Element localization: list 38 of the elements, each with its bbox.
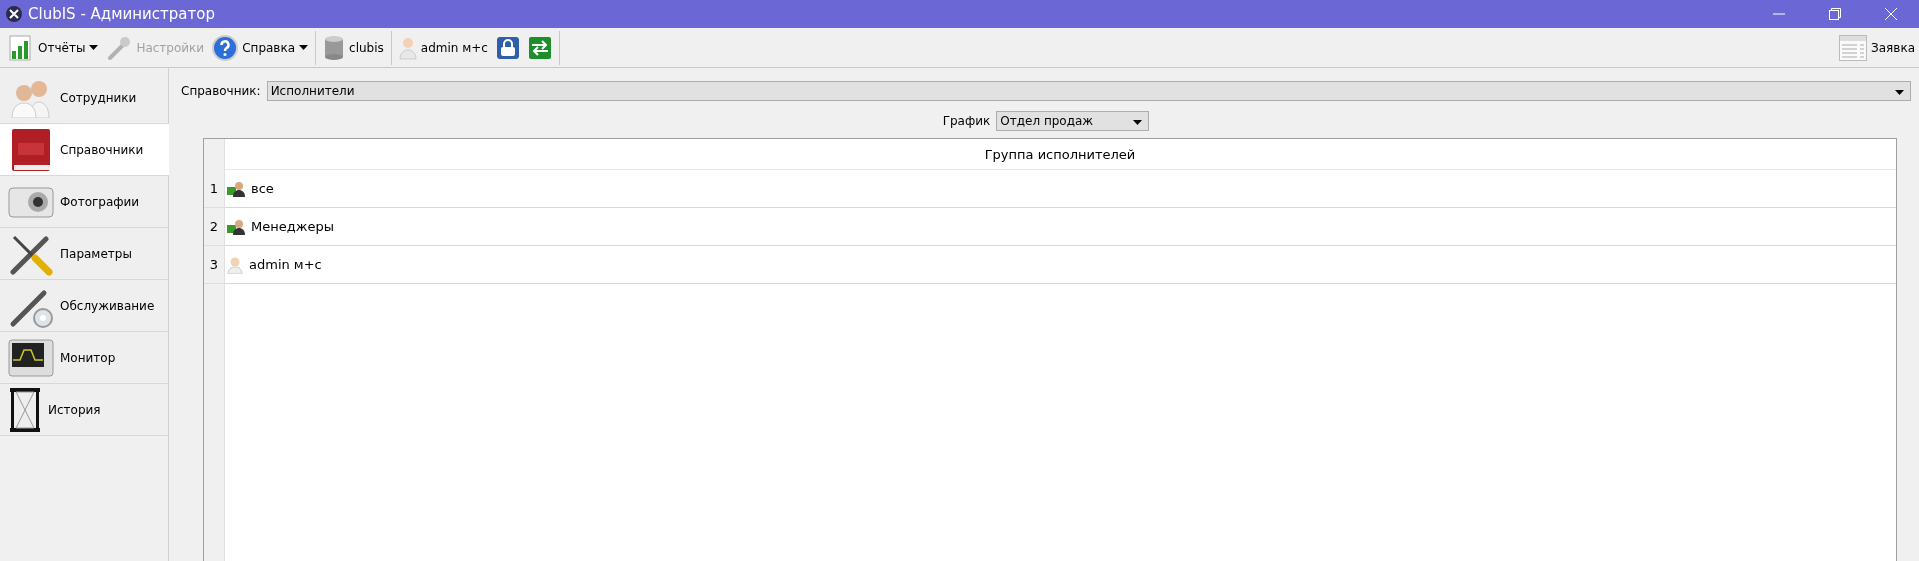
lock-icon (495, 35, 520, 60)
row-number: 2 (204, 208, 224, 246)
hourglass-icon (8, 386, 42, 433)
toolbar-button[interactable]: Справка (208, 30, 313, 65)
toolbar-button[interactable]: admin м+с (394, 30, 492, 65)
row-number: 3 (204, 246, 224, 284)
schedule-dropdown[interactable]: Отдел продаж (996, 111, 1150, 131)
user-icon (227, 255, 243, 274)
sidebar-item[interactable]: Справочники (0, 124, 169, 176)
caret-icon (89, 45, 99, 50)
table-cell[interactable]: Менеджеры (224, 208, 1896, 246)
help-icon (212, 34, 239, 61)
database-icon (323, 35, 346, 60)
schedule-label: График (942, 114, 991, 128)
caret-icon (299, 45, 309, 50)
camera-icon (8, 184, 54, 219)
table-icon (1839, 34, 1868, 61)
row-number: 1 (204, 170, 224, 208)
directory-dropdown[interactable]: Исполнители (266, 81, 1911, 101)
arrows-icon (527, 35, 552, 60)
app-icon (6, 6, 22, 22)
column-header: Группа исполнителей (224, 139, 1896, 170)
request-button[interactable]: Заявка (1835, 30, 1919, 65)
table-cell[interactable]: admin м+с (224, 246, 1896, 284)
window-title: ClubIS - Администратор (28, 5, 216, 23)
caret-icon (1133, 120, 1143, 125)
toolbar-button[interactable]: Отчёты (4, 30, 103, 65)
bar-chart-icon (8, 34, 34, 61)
restore-icon (1829, 8, 1841, 20)
group-icon (227, 180, 245, 197)
user-icon (398, 35, 417, 60)
close-icon (1885, 8, 1897, 20)
directory-label: Справочник: (181, 84, 261, 98)
monitor-icon (8, 337, 54, 378)
toolbar-button[interactable]: clubis (319, 30, 388, 65)
table-cell[interactable]: все (224, 170, 1896, 208)
caret-icon (1895, 90, 1904, 95)
group-icon (227, 218, 245, 235)
